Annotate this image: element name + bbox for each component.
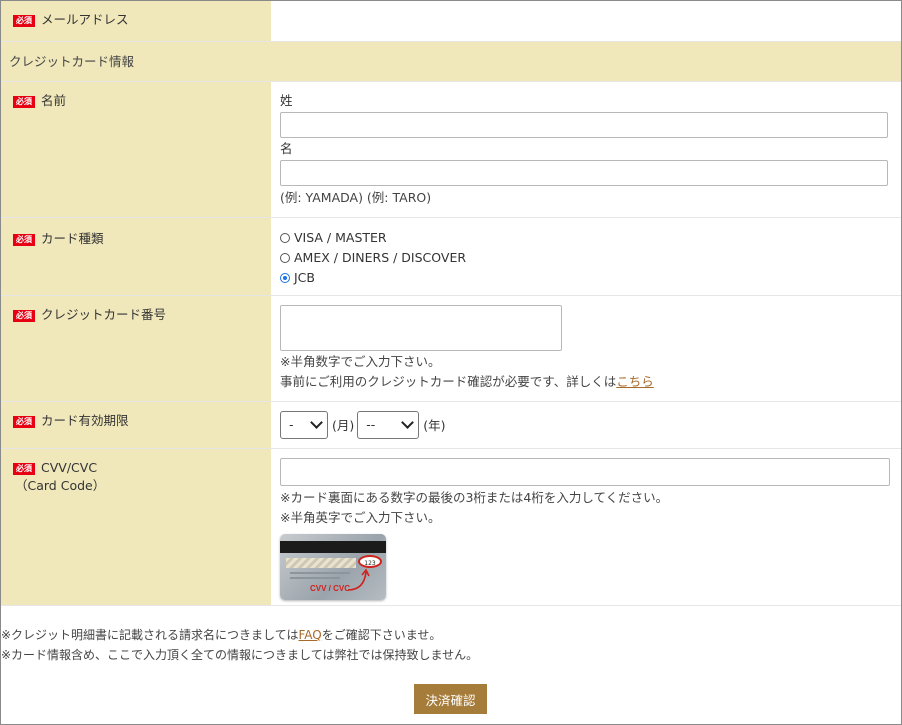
credit-section-title: クレジットカード情報 xyxy=(1,41,901,81)
cvv-note-digits: ※カード裏面にある数字の最後の3桁または4桁を入力してください。 xyxy=(280,489,669,505)
signature-strip xyxy=(286,557,356,568)
faq-link[interactable]: FAQ xyxy=(298,628,321,642)
card-number-label-cell: 必須 クレジットカード番号 xyxy=(1,295,271,402)
expiry-label-cell: 必須 カード有効期限 xyxy=(1,401,271,449)
card-type-option-visa[interactable]: VISA / MASTER xyxy=(280,228,891,248)
footer-notes: ※クレジット明細書に記載される請求名につきましてはFAQをご確認下さいませ。 ※… xyxy=(1,625,478,665)
cvv-input[interactable] xyxy=(280,457,890,486)
required-badge: 必須 xyxy=(13,309,35,322)
cvv-label-cell: 必須 CVV/CVC （Card Code） xyxy=(1,448,271,606)
month-unit: (月) xyxy=(332,418,355,433)
row-email: 必須 メールアドレス xyxy=(1,1,901,42)
card-type-option-jcb[interactable]: JCB xyxy=(280,268,891,288)
row-credit-section: クレジットカード情報 xyxy=(1,41,901,82)
required-badge: 必須 xyxy=(13,233,35,246)
card-check-note: 事前にご利用のクレジットカード確認が必要です、詳しくはこちら xyxy=(280,372,891,392)
cvv-arrow-icon xyxy=(347,568,370,591)
card-check-link[interactable]: こちら xyxy=(616,374,654,389)
row-name: 必須 名前 姓 名 (例: YAMADA) (例: TARO) xyxy=(1,81,901,218)
billing-name-note: ※クレジット明細書に記載される請求名につきましてはFAQをご確認下さいませ。 xyxy=(1,625,478,645)
magnetic-stripe xyxy=(280,540,386,553)
card-text-line xyxy=(290,571,350,574)
radio-visa[interactable] xyxy=(280,232,290,243)
card-type-option-label: JCB xyxy=(294,269,315,285)
first-name-input[interactable] xyxy=(280,159,888,186)
required-badge: 必須 xyxy=(13,15,35,27)
email-label: メールアドレス xyxy=(41,12,129,27)
required-badge: 必須 xyxy=(13,95,35,108)
chevron-down-icon xyxy=(310,416,323,429)
card-text-line xyxy=(290,576,340,579)
row-cvv: 必須 CVV/CVC （Card Code） ※カード裏面にある数字の最後の3桁また… xyxy=(1,448,901,606)
first-name-label: 名 xyxy=(280,140,293,156)
card-number-note: ※半角数字でご入力下さい。 xyxy=(280,353,441,369)
expiry-month-value: - xyxy=(289,417,294,432)
name-label-cell: 必須 名前 xyxy=(1,81,271,218)
card-back-image: 123 CVV / CVC xyxy=(280,533,386,600)
last-name-label: 姓 xyxy=(280,92,293,108)
card-type-option-amex[interactable]: AMEX / DINERS / DISCOVER xyxy=(280,248,891,268)
expiry-label: カード有効期限 xyxy=(41,412,129,428)
cvv-label-sub: （Card Code） xyxy=(15,477,106,493)
radio-amex[interactable] xyxy=(280,252,290,263)
row-card-type: 必須 カード種類 VISA / MASTER AMEX / DINERS / DI… xyxy=(1,217,901,296)
name-label: 名前 xyxy=(41,92,67,108)
payment-form: 必須 メールアドレス クレジットカード情報 必須 名前 姓 名 (例: YAMADA… xyxy=(1,1,901,606)
expiry-year-select[interactable]: -- xyxy=(357,410,420,439)
row-expiry: 必須 カード有効期限 - (月) -- (年) xyxy=(1,401,901,449)
card-number-label: クレジットカード番号 xyxy=(41,306,167,322)
email-label-cell: 必須 メールアドレス xyxy=(1,1,271,42)
card-type-label: カード種類 xyxy=(41,230,104,246)
email-field-cell[interactable] xyxy=(271,1,901,42)
privacy-note: ※カード情報含め、ここで入力頂く全ての情報につきましては弊社では保持致しません。 xyxy=(1,648,479,662)
billing-note-suffix: をご確認下さいませ。 xyxy=(321,628,442,642)
expiry-year-value: -- xyxy=(366,417,376,432)
required-badge: 必須 xyxy=(13,462,35,475)
chevron-down-icon xyxy=(401,416,415,429)
year-unit: (年) xyxy=(423,418,446,433)
required-badge: 必須 xyxy=(13,415,35,428)
radio-jcb[interactable] xyxy=(280,272,290,283)
card-type-option-label: AMEX / DINERS / DISCOVER xyxy=(294,249,467,265)
expiry-month-select[interactable]: - xyxy=(280,410,328,439)
card-type-option-label: VISA / MASTER xyxy=(294,229,387,245)
cvv-note-halfwidth: ※半角英字でご入力下さい。 xyxy=(280,509,441,525)
row-card-number: 必須 クレジットカード番号 ※半角数字でご入力下さい。 事前にご利用のクレジットカ… xyxy=(1,295,901,402)
card-number-input[interactable] xyxy=(280,304,562,351)
cvv-caption: CVV / CVC xyxy=(310,583,351,593)
billing-note-text: ※クレジット明細書に記載される請求名につきましては xyxy=(1,628,299,642)
cvv-label: CVV/CVC xyxy=(41,459,98,475)
card-check-note-text: 事前にご利用のクレジットカード確認が必要です、詳しくは xyxy=(280,373,617,389)
card-type-label-cell: 必須 カード種類 xyxy=(1,217,271,296)
name-example: (例: YAMADA) (例: TARO) xyxy=(280,189,432,205)
confirm-payment-button[interactable]: 決済確認 xyxy=(414,684,487,714)
cvv-code-highlight: 123 xyxy=(358,554,382,568)
last-name-input[interactable] xyxy=(280,111,888,138)
payment-form-frame: 必須 メールアドレス クレジットカード情報 必須 名前 姓 名 (例: YAMADA… xyxy=(0,0,902,725)
